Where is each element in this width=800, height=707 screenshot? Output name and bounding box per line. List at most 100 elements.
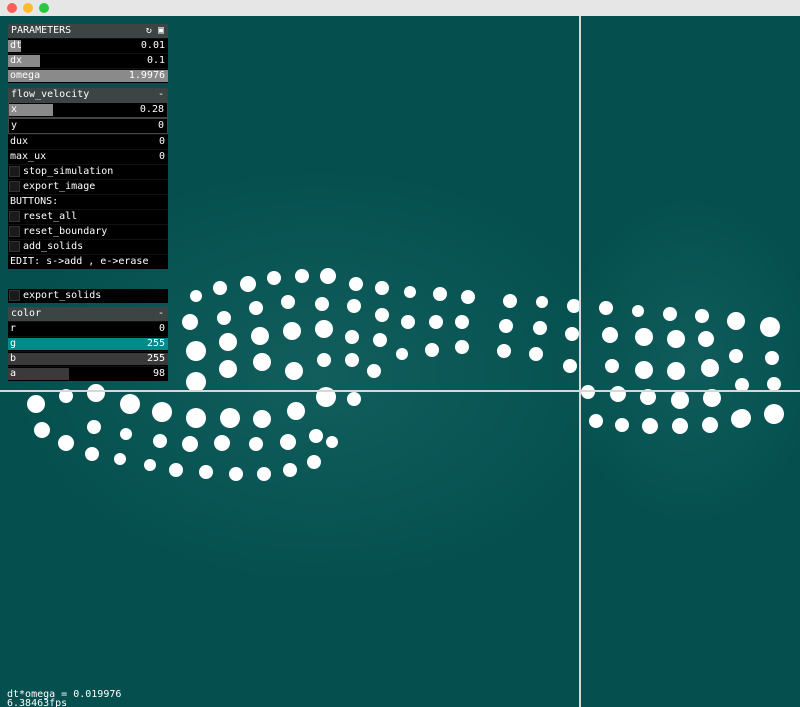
solid-obstacle [349, 277, 363, 291]
checkbox-export-image[interactable]: export_image [8, 179, 168, 194]
slider-label: y [11, 120, 18, 131]
slider-label: x [11, 104, 18, 115]
solid-obstacle [563, 359, 577, 373]
solid-obstacle [565, 327, 579, 341]
save-icon[interactable]: ▣ [158, 25, 164, 36]
solid-obstacle [536, 296, 548, 308]
solid-obstacle [295, 269, 309, 283]
solid-obstacle [581, 385, 595, 399]
slider-r[interactable]: r 0 [8, 321, 168, 336]
solid-obstacle [425, 343, 439, 357]
simulation-canvas[interactable]: PARAMETERS ↻ ▣ dt 0.01 dx 0.1 omega 1.99… [0, 16, 800, 707]
solid-obstacle [85, 447, 99, 461]
checkbox-box[interactable] [9, 181, 20, 192]
button-reset-all[interactable]: reset_all [8, 209, 168, 224]
slider-x[interactable]: x 0.28 [8, 102, 168, 118]
slider-label: omega [10, 70, 41, 81]
solid-obstacle [253, 410, 271, 428]
solid-obstacle [58, 435, 74, 451]
maximize-window-button[interactable] [39, 3, 49, 13]
solid-obstacle [729, 349, 743, 363]
solid-obstacle [635, 328, 653, 346]
slider-dt[interactable]: dt 0.01 [8, 38, 168, 53]
solid-obstacle [345, 353, 359, 367]
solid-obstacle [375, 308, 389, 322]
flow-velocity-header[interactable]: flow_velocity - [8, 88, 168, 102]
solid-obstacle [663, 307, 677, 321]
close-window-button[interactable] [7, 3, 17, 13]
solid-obstacle [375, 281, 389, 295]
checkbox-box[interactable] [9, 166, 20, 177]
window-titlebar [0, 0, 800, 17]
solid-obstacle [217, 311, 231, 325]
solid-obstacle [533, 321, 547, 335]
solid-obstacle [642, 418, 658, 434]
slider-value: 0.1 [146, 55, 165, 66]
slider-value: 255 [146, 338, 165, 349]
solid-obstacle [605, 359, 619, 373]
solid-obstacle [240, 276, 256, 292]
solid-obstacle [632, 305, 644, 317]
solid-obstacle [373, 333, 387, 347]
solid-obstacle [182, 314, 198, 330]
edit-hint-row: EDIT: s->add , e->erase [8, 254, 168, 269]
solid-obstacle [220, 408, 240, 428]
solid-obstacle [152, 402, 172, 422]
solid-obstacle [153, 434, 167, 448]
buttons-label: BUTTONS: [10, 196, 59, 207]
refresh-icon[interactable]: ↻ [146, 25, 152, 36]
slider-a[interactable]: a 98 [8, 366, 168, 381]
readout-value: 0 [158, 151, 165, 162]
slider-value: 0 [158, 323, 165, 334]
checkbox-label: stop_simulation [23, 166, 114, 177]
solid-obstacle [285, 362, 303, 380]
button-export-solids[interactable]: export_solids [8, 289, 168, 303]
solid-obstacle [764, 404, 784, 424]
button-box[interactable] [9, 211, 20, 222]
solid-obstacle [87, 384, 105, 402]
slider-label: b [10, 353, 17, 364]
button-box[interactable] [9, 290, 20, 301]
solid-obstacle [186, 408, 206, 428]
solid-obstacle [27, 395, 45, 413]
slider-b[interactable]: b 255 [8, 351, 168, 366]
slider-g[interactable]: g 255 [8, 336, 168, 351]
color-header[interactable]: color - [8, 307, 168, 321]
export-solids-panel: export_solids [8, 289, 168, 303]
slider-value: 1.9976 [128, 70, 165, 81]
solid-obstacle [283, 463, 297, 477]
button-label: reset_boundary [23, 226, 108, 237]
button-reset-boundary[interactable]: reset_boundary [8, 224, 168, 239]
solid-obstacle [219, 333, 237, 351]
solid-obstacle [499, 319, 513, 333]
slider-dx[interactable]: dx 0.1 [8, 53, 168, 68]
parameters-title: PARAMETERS [11, 25, 72, 36]
solid-obstacle [589, 414, 603, 428]
solid-obstacle [114, 453, 126, 465]
button-add-solids[interactable]: add_solids [8, 239, 168, 254]
button-box[interactable] [9, 226, 20, 237]
solid-obstacle [249, 437, 263, 451]
solid-obstacle [317, 353, 331, 367]
minimize-window-button[interactable] [23, 3, 33, 13]
solid-obstacle [190, 290, 202, 302]
solid-obstacle [280, 434, 296, 450]
collapse-button[interactable]: - [158, 88, 164, 102]
solid-obstacle [672, 418, 688, 434]
solid-obstacle [455, 315, 469, 329]
solid-obstacle [219, 360, 237, 378]
solid-obstacle [404, 286, 416, 298]
solid-obstacle [87, 420, 101, 434]
solid-obstacle [401, 315, 415, 329]
fps-readout: 6.38463fps [7, 698, 68, 707]
slider-label: r [10, 323, 17, 334]
collapse-button[interactable]: - [158, 307, 164, 321]
checkbox-stop-simulation[interactable]: stop_simulation [8, 164, 168, 179]
button-box[interactable] [9, 241, 20, 252]
slider-y[interactable]: y 0 [8, 118, 168, 134]
solid-obstacle [214, 435, 230, 451]
solid-obstacle [120, 394, 140, 414]
button-label: add_solids [23, 241, 84, 252]
slider-omega[interactable]: omega 1.9976 [8, 68, 168, 83]
solid-obstacle [315, 297, 329, 311]
